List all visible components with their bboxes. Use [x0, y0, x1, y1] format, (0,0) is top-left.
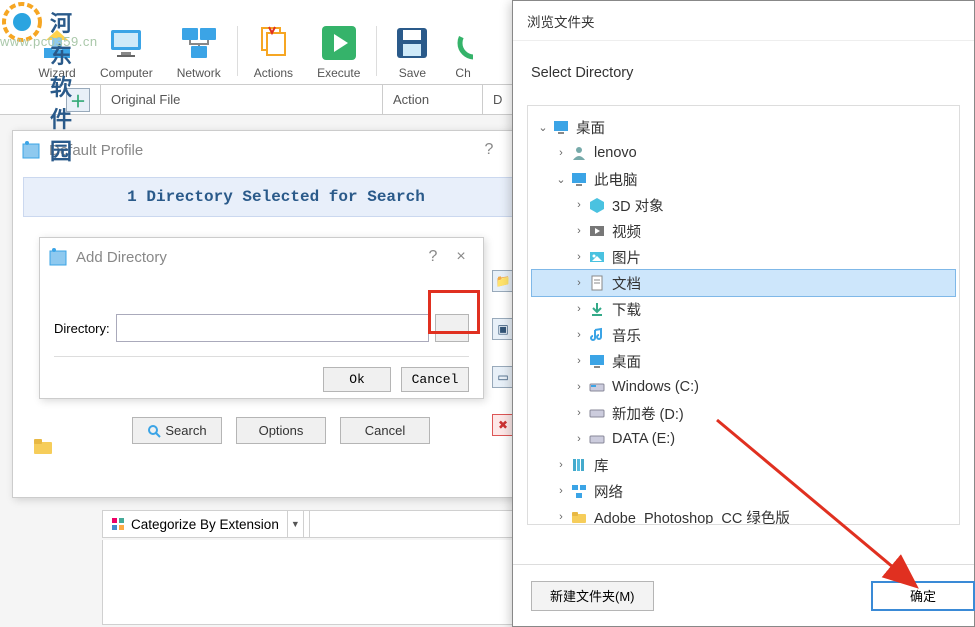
network-icon — [180, 24, 218, 62]
categorize-dropdown[interactable]: ▼ — [288, 511, 304, 537]
search-button[interactable]: Search — [132, 417, 222, 444]
tree-row-videos[interactable]: ›视频 — [532, 218, 955, 244]
drive-icon — [588, 430, 606, 448]
network-button[interactable]: Network — [165, 18, 233, 84]
folder-tree[interactable]: ⌄桌面 ›lenovo ⌄此电脑 ›3D 对象 ›视频 ›图片 ›文档 ›下载 … — [527, 105, 960, 525]
tree-row-desktop2[interactable]: ›桌面 — [532, 348, 955, 374]
browse-instruction: Select Directory — [513, 41, 974, 89]
refresh-icon — [455, 24, 473, 62]
add-directory-dialog: Add Directory ? × Directory: ... Ok Canc… — [39, 237, 484, 399]
watermark-brand: 河东软件园 — [50, 6, 72, 166]
tree-row-lenovo[interactable]: ›lenovo — [532, 140, 955, 166]
desktop-icon — [552, 118, 570, 136]
options-button[interactable]: Options — [236, 417, 326, 444]
tree-row-pictures[interactable]: ›图片 — [532, 244, 955, 270]
drive-icon — [588, 378, 606, 396]
tree-row-3dobjects[interactable]: ›3D 对象 — [532, 192, 955, 218]
side-add-folder-button[interactable]: 📁 — [492, 270, 514, 292]
execute-label: Execute — [317, 66, 360, 80]
tree-row-network[interactable]: ›网络 — [532, 478, 955, 504]
tree-row-d-drive[interactable]: ›新加卷 (D:) — [532, 400, 955, 426]
directory-label: Directory: — [54, 321, 110, 336]
libraries-icon — [570, 456, 588, 474]
col-original-file[interactable]: Original File — [100, 85, 382, 114]
video-icon — [588, 222, 606, 240]
profile-icon — [21, 140, 41, 160]
user-icon — [570, 144, 588, 162]
side-action-column: 📁 ▣ ▭ ✖ — [492, 270, 514, 436]
actions-icon — [254, 24, 292, 62]
grid-icon — [111, 517, 125, 531]
save-label: Save — [399, 66, 426, 80]
side-edit-button[interactable]: ▭ — [492, 366, 514, 388]
options-button-label: Options — [259, 423, 304, 438]
pictures-icon — [588, 248, 606, 266]
search-icon — [147, 424, 161, 438]
tree-row-music[interactable]: ›音乐 — [532, 322, 955, 348]
add-dir-cancel-button[interactable]: Cancel — [401, 367, 469, 392]
profile-banner: 1 Directory Selected for Search — [23, 177, 529, 217]
browse-ok-button[interactable]: 确定 — [871, 581, 975, 611]
save-icon — [393, 24, 431, 62]
network-label: Network — [177, 66, 221, 80]
computer-label: Computer — [100, 66, 153, 80]
tree-row-e-drive[interactable]: ›DATA (E:) — [532, 426, 955, 452]
folder-icon — [570, 508, 588, 525]
browse-button[interactable]: ... — [435, 314, 469, 342]
actions-button[interactable]: Actions — [242, 18, 305, 84]
drive-icon — [588, 404, 606, 422]
profile-cancel-button[interactable]: Cancel — [340, 417, 430, 444]
col-action[interactable]: Action — [382, 85, 482, 114]
network-icon — [570, 482, 588, 500]
new-folder-button[interactable]: 新建文件夹(M) — [531, 581, 654, 611]
search-button-label: Search — [165, 423, 206, 438]
cube-icon — [588, 196, 606, 214]
ch-button[interactable]: Ch — [443, 18, 473, 84]
profile-help-button[interactable]: ? — [475, 141, 503, 159]
categorize-label: Categorize By Extension — [131, 517, 279, 532]
add-dir-title: Add Directory — [76, 249, 167, 266]
actions-label: Actions — [254, 66, 293, 80]
tree-row-downloads[interactable]: ›下载 — [532, 296, 955, 322]
browse-folder-dialog: 浏览文件夹 Select Directory ⌄桌面 ›lenovo ⌄此电脑 … — [512, 0, 975, 627]
computer-icon — [107, 24, 145, 62]
watermark-url: www.pc0359.cn — [0, 34, 98, 49]
side-unknown1-button[interactable]: ▣ — [492, 318, 514, 340]
tree-row-libraries[interactable]: ›库 — [532, 452, 955, 478]
add-dir-ok-button[interactable]: Ok — [323, 367, 391, 392]
execute-icon — [320, 24, 358, 62]
add-dir-close-button[interactable]: × — [447, 248, 475, 266]
tree-row-c-drive[interactable]: ›Windows (C:) — [532, 374, 955, 400]
folder-icon — [33, 436, 53, 456]
add-dir-icon — [48, 247, 68, 267]
documents-icon — [588, 274, 606, 292]
music-icon — [588, 326, 606, 344]
desktop-icon — [588, 352, 606, 370]
browse-dialog-title: 浏览文件夹 — [513, 1, 974, 41]
tree-row-thispc[interactable]: ⌄此电脑 — [532, 166, 955, 192]
pc-icon — [570, 170, 588, 188]
tree-row-documents[interactable]: ›文档 — [532, 270, 955, 296]
save-button[interactable]: Save — [381, 18, 443, 84]
execute-button[interactable]: Execute — [305, 18, 372, 84]
profile-cancel-label: Cancel — [365, 423, 405, 438]
ch-label: Ch — [455, 66, 470, 80]
tree-row-ps-folder[interactable]: ›Adobe_Photoshop_CC 绿色版 — [532, 504, 955, 525]
downloads-icon — [588, 300, 606, 318]
add-dir-help-button[interactable]: ? — [419, 248, 447, 266]
side-delete-button[interactable]: ✖ — [492, 414, 514, 436]
categorize-label-cell[interactable]: Categorize By Extension — [103, 511, 288, 537]
tree-row-desktop[interactable]: ⌄桌面 — [532, 114, 955, 140]
directory-input[interactable] — [116, 314, 429, 342]
computer-button[interactable]: Computer — [88, 18, 165, 84]
